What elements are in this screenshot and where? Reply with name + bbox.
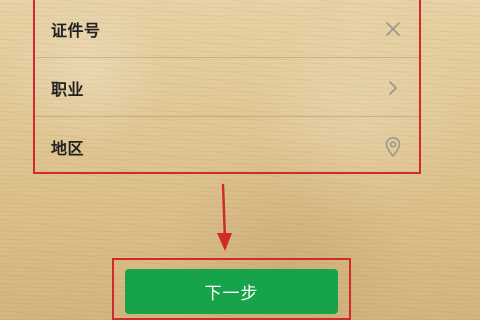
form-panel-highlight: 证件号 职业 地区 [33,0,421,174]
close-icon[interactable] [381,17,405,41]
next-step-button[interactable]: 下一步 [125,269,338,314]
occupation-label: 职业 [51,79,85,99]
region-label: 地区 [51,138,85,158]
occupation-row[interactable]: 职业 [35,59,419,117]
id-number-row[interactable]: 证件号 [35,0,419,58]
id-number-label: 证件号 [51,20,101,40]
chevron-right-icon [381,76,405,100]
down-arrow-annotation [217,183,232,251]
location-pin-icon[interactable] [381,135,405,159]
region-row[interactable]: 地区 [35,118,419,175]
